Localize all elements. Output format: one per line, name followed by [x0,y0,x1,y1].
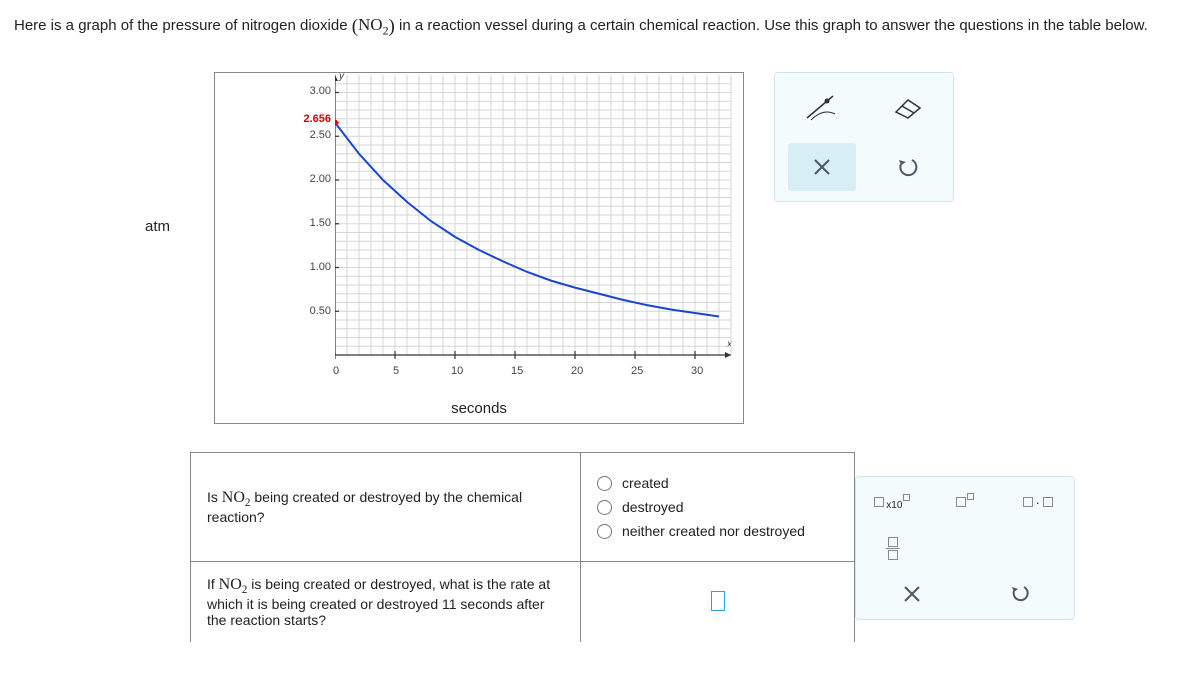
radio-created[interactable]: created [597,475,838,491]
y-axis-label: atm [145,218,170,235]
clear-button[interactable] [788,143,856,191]
undo-button[interactable] [873,143,941,191]
x-tick-30: 30 [691,365,703,377]
radio-neither[interactable]: neither created nor destroyed [597,523,838,539]
radio-neither-label: neither created nor destroyed [622,523,805,539]
intro-text: Here is a graph of the pressure of nitro… [14,10,1186,44]
draw-tools-panel [774,72,954,202]
symbol-tools-panel: x10 · [855,476,1075,620]
y-tick-2.00: 2.00 [310,173,331,185]
x-tick-15: 15 [511,365,523,377]
intro-after: in a reaction vessel during a certain ch… [395,17,1148,34]
radio-destroyed-input[interactable] [597,500,612,515]
x-tick-10: 10 [451,365,463,377]
q2-answer-cell [581,562,855,643]
x-axis-label: seconds [215,400,743,417]
table-row: If NO2 is being created or destroyed, wh… [191,562,855,643]
clear-symbol-button[interactable] [885,579,939,609]
x-tick-5: 5 [393,365,399,377]
graph-panel: atm seconds 3.00 2.50 2.00 1.50 1.00 0.5… [214,72,744,424]
radio-created-label: created [622,475,669,491]
chart-svg[interactable] [335,75,735,365]
undo-symbol-button[interactable] [992,579,1046,609]
radio-destroyed[interactable]: destroyed [597,499,838,515]
exponent-template-button[interactable] [941,487,990,517]
q1-prompt-cell: Is NO2 being created or destroyed by the… [191,453,581,562]
y-tick-0.50: 0.50 [310,305,331,317]
q1-options-cell: created destroyed neither created nor de… [581,453,855,562]
question-table: Is NO2 being created or destroyed by the… [190,452,855,642]
intro-before: Here is a graph of the pressure of nitro… [14,17,352,34]
q2-prompt-cell: If NO2 is being created or destroyed, wh… [191,562,581,643]
y-tick-1.00: 1.00 [310,261,331,273]
y-tick-1.50: 1.50 [310,217,331,229]
radio-neither-input[interactable] [597,524,612,539]
sci-notation-template-button[interactable]: x10 [868,487,917,517]
y-tick-3.00: 3.00 [310,85,331,97]
x-tick-0: 0 [333,365,339,377]
x-tick-20: 20 [571,365,583,377]
chem-formula: NO2 [358,15,389,34]
table-row: Is NO2 being created or destroyed by the… [191,453,855,562]
y-tick-2.50: 2.50 [310,129,331,141]
eraser-tool-icon[interactable] [873,83,941,131]
y-marker-2.656: 2.656 [303,113,331,125]
tangent-tool-icon[interactable] [788,83,856,131]
answer-input[interactable] [711,591,725,611]
radio-created-input[interactable] [597,476,612,491]
multiply-template-button[interactable]: · [1013,487,1062,517]
radio-destroyed-label: destroyed [622,499,683,515]
x-tick-25: 25 [631,365,643,377]
fraction-template-button[interactable] [868,533,918,563]
